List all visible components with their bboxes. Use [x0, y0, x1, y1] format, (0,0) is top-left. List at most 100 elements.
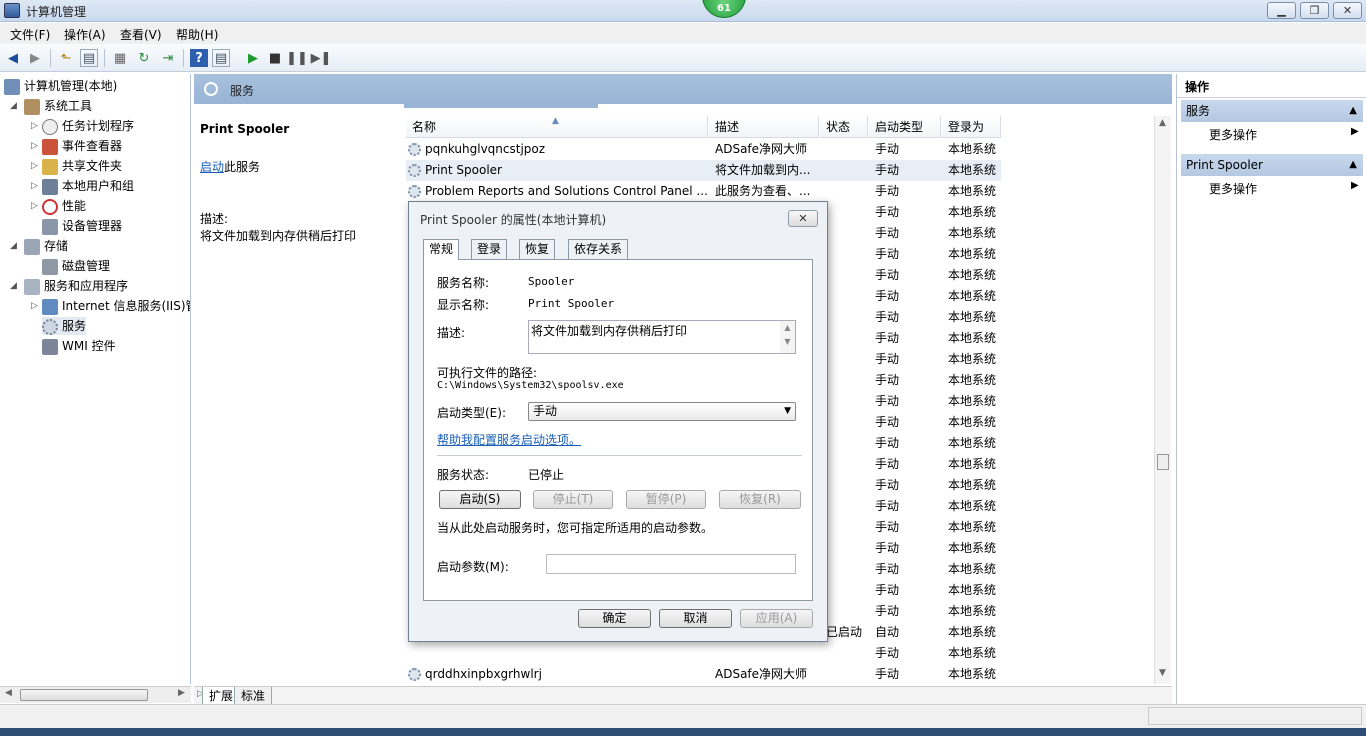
tab-dependencies[interactable]: 依存关系: [568, 239, 629, 259]
scroll-down-icon[interactable]: ▼: [1159, 668, 1166, 678]
table-row[interactable]: qrddhxinpbxgrhwlrj ADSafe净网大师 手动 本地系统: [406, 664, 1001, 685]
tree-disk-management[interactable]: 磁盘管理: [42, 257, 110, 275]
scroll-up-icon[interactable]: ▲: [1159, 118, 1166, 128]
title-bar: 计算机管理 61 ▁ ❐ ✕: [0, 0, 1366, 22]
export-list-icon[interactable]: ⇥: [159, 49, 177, 67]
minimize-button[interactable]: ▁: [1267, 2, 1296, 19]
start-parameters-input[interactable]: [546, 554, 796, 574]
tab-logon[interactable]: 登录: [471, 239, 508, 259]
services-header-icon: [204, 82, 218, 96]
dialog-close-button[interactable]: ✕: [788, 210, 818, 227]
collapse-icon[interactable]: ◢: [10, 241, 17, 251]
cell-type: 手动: [875, 373, 900, 387]
expand-icon[interactable]: ▷: [31, 201, 38, 211]
menu-action[interactable]: 操作(A): [64, 26, 106, 43]
tab-general[interactable]: 常规: [423, 239, 460, 260]
cell-desc: 此服务为查看、...: [715, 184, 811, 198]
scroll-thumb[interactable]: [20, 689, 148, 701]
cell-type: 手动: [875, 457, 900, 471]
tree-system-tools[interactable]: 系统工具: [24, 97, 92, 115]
tab-standard[interactable]: 标准: [234, 687, 273, 705]
column-status[interactable]: 状态: [820, 116, 868, 138]
stop-button[interactable]: 停止(T): [533, 490, 613, 509]
table-row[interactable]: Print Spooler 将文件加载到内... 手动 本地系统: [406, 160, 1001, 181]
tree-performance[interactable]: 性能: [42, 197, 86, 215]
start-button[interactable]: 启动(S): [439, 490, 521, 509]
tree-services[interactable]: 服务: [42, 317, 87, 335]
show-hide-tree-icon[interactable]: ▤: [80, 49, 98, 67]
list-vertical-scrollbar[interactable]: ▲ ▼: [1154, 116, 1171, 684]
cell-name: pqnkuhglvqncstjpoz: [408, 139, 545, 160]
pause-button[interactable]: 暂停(P): [626, 490, 706, 509]
scroll-thumb[interactable]: [1157, 454, 1169, 470]
column-name[interactable]: 名称 ▲: [406, 116, 708, 138]
gear-icon: [42, 318, 58, 335]
tree-root[interactable]: 计算机管理(本地): [4, 77, 117, 95]
more-actions-print-spooler[interactable]: 更多操作 ▶: [1209, 180, 1359, 197]
collapse-icon[interactable]: ◢: [10, 281, 17, 291]
expand-icon[interactable]: ▷: [31, 301, 38, 311]
cell-type: 手动: [875, 436, 900, 450]
table-row[interactable]: 手动 本地系统: [406, 643, 1001, 664]
tree-local-users[interactable]: 本地用户和组: [42, 177, 134, 195]
cancel-button[interactable]: 取消: [659, 609, 732, 628]
up-folder-icon[interactable]: ⬑: [57, 49, 75, 67]
column-description[interactable]: 描述: [709, 116, 819, 138]
back-icon[interactable]: ◀: [4, 49, 22, 67]
actions-section-print-spooler[interactable]: Print Spooler ▲: [1181, 154, 1363, 176]
pause-service-icon[interactable]: ❚❚: [286, 49, 308, 67]
menu-file[interactable]: 文件(F): [10, 26, 50, 43]
resume-button[interactable]: 恢复(R): [719, 490, 801, 509]
startup-type-select[interactable]: 手动 ▼: [528, 402, 796, 421]
restart-service-icon[interactable]: ▶❚: [311, 49, 332, 67]
tab-recovery[interactable]: 恢复: [519, 239, 556, 259]
start-service-icon[interactable]: ▶: [244, 49, 262, 67]
start-service-link[interactable]: 启动: [200, 160, 224, 174]
scroll-right-icon[interactable]: ▶: [178, 688, 185, 698]
close-button[interactable]: ✕: [1333, 2, 1362, 19]
actions-pane: 操作 服务 ▲ 更多操作 ▶ Print Spooler ▲ 更多操作 ▶: [1176, 74, 1366, 704]
expand-icon[interactable]: ▷: [31, 141, 38, 151]
cell-logon: 本地系统: [948, 457, 997, 471]
more-actions-services[interactable]: 更多操作 ▶: [1209, 126, 1359, 143]
tree-horizontal-scrollbar[interactable]: ◀ ▶: [0, 686, 191, 703]
column-logon[interactable]: 登录为: [942, 116, 1001, 138]
description-scrollbar[interactable]: ▲ ▼: [780, 321, 795, 353]
help-icon[interactable]: ?: [190, 49, 208, 67]
column-startup-type[interactable]: 启动类型: [869, 116, 941, 138]
restore-button[interactable]: ❐: [1300, 2, 1329, 19]
stop-service-icon[interactable]: ■: [266, 49, 284, 67]
cell-type: 手动: [875, 163, 900, 177]
description-textbox[interactable]: 将文件加载到内存供稍后打印 ▲ ▼: [528, 320, 796, 354]
properties-icon[interactable]: ▦: [111, 49, 129, 67]
menu-view[interactable]: 查看(V): [120, 26, 162, 43]
tree-iis[interactable]: Internet 信息服务(IIS)管: [42, 297, 190, 315]
tree-task-scheduler[interactable]: 任务计划程序: [42, 117, 134, 135]
expand-icon[interactable]: ▷: [31, 161, 38, 171]
table-row[interactable]: pqnkuhglvqncstjpoz ADSafe净网大师 手动 本地系统: [406, 139, 1001, 160]
apply-button[interactable]: 应用(A): [740, 609, 813, 628]
tree-services-apps[interactable]: 服务和应用程序: [24, 277, 128, 295]
action-pane-icon[interactable]: ▤: [212, 49, 230, 67]
expand-icon[interactable]: ▷: [31, 181, 38, 191]
collapse-section-icon[interactable]: ▲: [1349, 154, 1357, 176]
notification-badge[interactable]: 61: [702, 0, 746, 18]
actions-section-services[interactable]: 服务 ▲: [1181, 100, 1363, 122]
menu-help[interactable]: 帮助(H): [176, 26, 218, 43]
table-row[interactable]: Problem Reports and Solutions Control Pa…: [406, 181, 1001, 202]
tree-event-viewer[interactable]: 事件查看器: [42, 137, 122, 155]
collapse-section-icon[interactable]: ▲: [1349, 100, 1357, 122]
forward-icon[interactable]: ▶: [26, 49, 44, 67]
tree-device-manager[interactable]: 设备管理器: [42, 217, 122, 235]
expand-icon[interactable]: ▷: [31, 121, 38, 131]
cell-logon: 本地系统: [948, 478, 997, 492]
tree-storage[interactable]: 存储: [24, 237, 68, 255]
collapse-icon[interactable]: ◢: [10, 101, 17, 111]
tree-shared-folders[interactable]: 共享文件夹: [42, 157, 122, 175]
start-parameters-label: 启动参数(M):: [437, 560, 509, 574]
tree-wmi[interactable]: WMI 控件: [42, 337, 116, 355]
scroll-left-icon[interactable]: ◀: [5, 688, 12, 698]
startup-help-link[interactable]: 帮助我配置服务启动选项。: [437, 431, 581, 448]
refresh-icon[interactable]: ↻: [135, 49, 153, 67]
ok-button[interactable]: 确定: [578, 609, 651, 628]
